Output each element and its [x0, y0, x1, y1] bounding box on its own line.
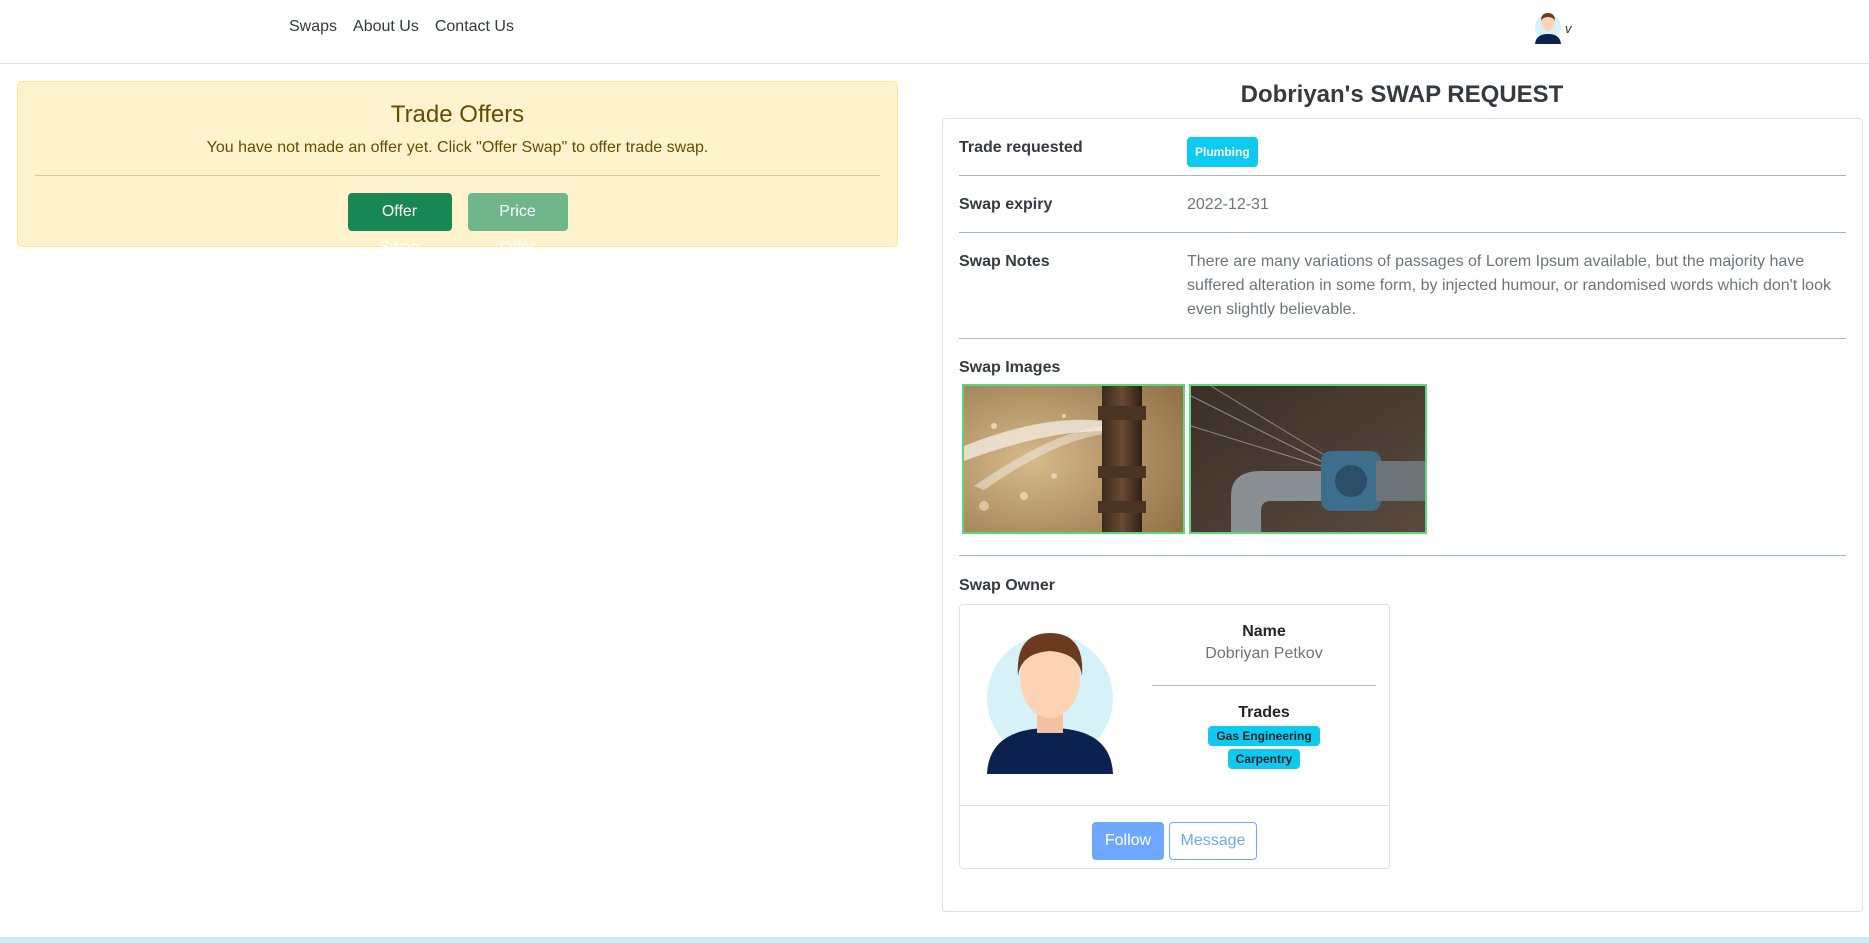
divider [959, 555, 1846, 556]
nav-link-swaps[interactable]: Swaps [289, 18, 337, 36]
offer-buttons: Offer Swap Price Offer [18, 193, 897, 256]
swap-expiry-label: Swap expiry [959, 196, 1053, 213]
swap-notes-value: There are many variations of passages of… [1187, 253, 1831, 318]
owner-trade-badge: Carpentry [1227, 749, 1301, 769]
swap-request-card: Trade requested Plumbing Swap expiry 202… [942, 118, 1863, 912]
owner-actions: Follow Message [960, 822, 1389, 860]
leaking-pipe-image [1191, 386, 1425, 532]
trade-offers-message: You have not made an offer yet. Click "O… [206, 139, 709, 156]
swap-images-label: Swap Images [959, 359, 1061, 376]
swap-expiry-value: 2022-12-31 [1187, 196, 1269, 213]
user-avatar-icon [1535, 13, 1561, 44]
trade-offers-title: Trade Offers [390, 101, 525, 128]
user-menu-caret: v [1565, 21, 1572, 36]
navbar: Swaps About Us Contact Us v [0, 0, 1869, 64]
divider [35, 175, 880, 176]
price-offer-button[interactable]: Price Offer [467, 193, 568, 256]
owner-name: Dobriyan Petkov [1205, 645, 1323, 662]
owner-name-block: Name Dobriyan Petkov [1152, 623, 1376, 663]
swap-notes-label: Swap Notes [959, 253, 1050, 270]
owner-avatar [987, 633, 1113, 774]
swap-image-1[interactable] [962, 384, 1185, 534]
nav-link-about-us[interactable]: About Us [353, 18, 419, 36]
trade-offers-alert: Trade Offers You have not made an offer … [17, 81, 898, 256]
owner-trades-block: Trades Gas Engineering Carpentry [1152, 704, 1376, 769]
nav-links: Swaps About Us Contact Us [289, 18, 514, 36]
trade-requested-label: Trade requested [959, 139, 1083, 156]
owner-card: Name Dobriyan Petkov Trades Gas Engineer… [959, 604, 1390, 869]
follow-button[interactable]: Follow [1092, 822, 1164, 860]
burst-pipe-image [964, 386, 1183, 532]
offer-swap-button[interactable]: Offer Swap [347, 193, 452, 256]
user-menu[interactable]: v [1533, 10, 1572, 44]
trade-requested-badge: Plumbing [1187, 137, 1258, 167]
divider [959, 338, 1846, 339]
owner-trades-heading: Trades [1238, 704, 1290, 721]
swap-image-2[interactable] [1189, 384, 1427, 534]
swap-request-title: Dobriyan's SWAP REQUEST [1240, 81, 1564, 108]
nav-link-contact-us[interactable]: Contact Us [435, 18, 514, 36]
swap-owner-label: Swap Owner [959, 577, 1056, 594]
message-button[interactable]: Message [1169, 822, 1257, 860]
divider [1152, 685, 1376, 686]
divider [959, 175, 1846, 176]
footer-strip [0, 937, 1869, 943]
divider [959, 232, 1846, 233]
owner-card-footer [960, 805, 1389, 806]
owner-name-heading: Name [1242, 623, 1286, 640]
owner-trade-badge: Gas Engineering [1208, 726, 1320, 746]
